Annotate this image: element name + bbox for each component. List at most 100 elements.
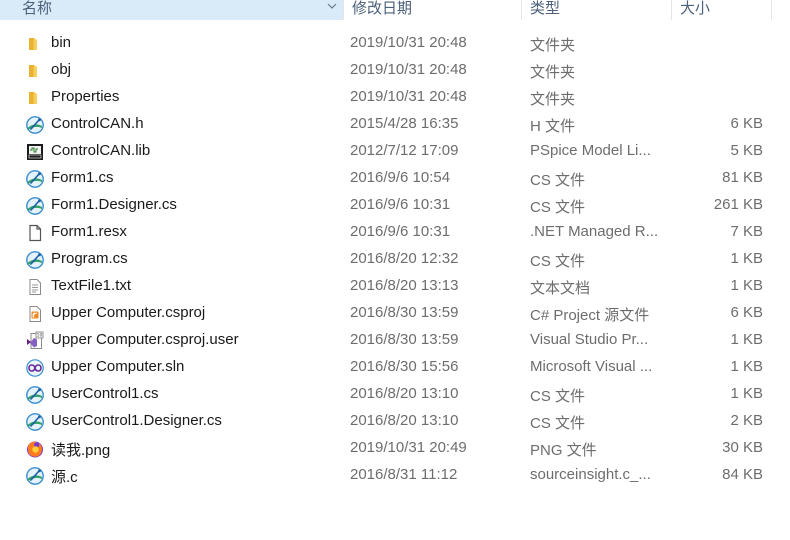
sourceinsight-file-icon	[25, 115, 45, 135]
file-type: Microsoft Visual ...	[530, 358, 653, 375]
file-size: 2 KB	[730, 412, 763, 429]
file-type: H 文件	[530, 118, 576, 135]
file-row[interactable]: Form1.cs 2016/9/6 10:54 CS 文件 81 KB	[0, 165, 790, 192]
file-date: 2019/10/31 20:49	[350, 439, 467, 456]
file-name: Program.cs	[51, 250, 128, 267]
csproj-file-icon	[25, 304, 45, 324]
file-row[interactable]: bin 2019/10/31 20:48 文件夹	[0, 30, 790, 57]
file-row[interactable]: Upper Computer.csproj 2016/8/30 13:59 C#…	[0, 300, 790, 327]
folder-icon	[25, 61, 45, 81]
file-name: Form1.cs	[51, 169, 114, 186]
file-type: sourceinsight.c_...	[530, 466, 651, 483]
svg-text:10: 10	[37, 333, 43, 339]
file-name: Form1.Designer.cs	[51, 196, 177, 213]
file-size: 1 KB	[730, 331, 763, 348]
file-name: ControlCAN.h	[51, 115, 144, 132]
column-header-size[interactable]: 大小	[672, 0, 772, 20]
file-row[interactable]: obj 2019/10/31 20:48 文件夹	[0, 57, 790, 84]
file-row[interactable]: Program.cs 2016/8/20 12:32 CS 文件 1 KB	[0, 246, 790, 273]
column-header-date-label: 修改日期	[352, 0, 413, 17]
file-date: 2016/8/30 13:59	[350, 331, 459, 348]
file-size: 1 KB	[730, 358, 763, 375]
file-size: 81 KB	[722, 169, 763, 186]
file-list: bin 2019/10/31 20:48 文件夹 obj 2019/10/31 …	[0, 30, 790, 489]
file-date: 2019/10/31 20:48	[350, 88, 467, 105]
file-row[interactable]: Form1.resx 2016/9/6 10:31 .NET Managed R…	[0, 219, 790, 246]
file-row[interactable]: Upper Computer.sln 2016/8/30 15:56 Micro…	[0, 354, 790, 381]
file-type: CS 文件	[530, 253, 586, 270]
column-header-date[interactable]: 修改日期	[344, 0, 522, 20]
file-type: 文件夹	[530, 37, 576, 54]
file-row[interactable]: ControlCAN.lib 2012/7/12 17:09 PSpice Mo…	[0, 138, 790, 165]
file-name: Upper Computer.csproj.user	[51, 331, 239, 348]
sourceinsight-file-icon	[25, 196, 45, 216]
file-type: CS 文件	[530, 415, 586, 432]
sourceinsight-file-icon	[25, 466, 45, 486]
file-type: 文件夹	[530, 64, 576, 81]
file-type: PNG 文件	[530, 442, 597, 459]
resx-file-icon	[25, 223, 45, 243]
file-name: Upper Computer.sln	[51, 358, 185, 375]
file-size: 261 KB	[713, 196, 763, 213]
file-row[interactable]: ControlCAN.h 2015/4/28 16:35 H 文件 6 KB	[0, 111, 790, 138]
file-type: 文本文档	[530, 280, 591, 297]
file-size: 1 KB	[730, 277, 763, 294]
file-size: 30 KB	[722, 439, 763, 456]
folder-icon	[25, 88, 45, 108]
file-type: Visual Studio Pr...	[530, 331, 649, 348]
file-date: 2016/9/6 10:31	[350, 196, 451, 213]
file-row[interactable]: 源.c 2016/8/31 11:12 sourceinsight.c_... …	[0, 462, 790, 489]
file-date: 2015/4/28 16:35	[350, 115, 459, 132]
column-header-name-label: 名称	[22, 0, 53, 17]
file-row[interactable]: 10 Upper Computer.csproj.user 2016/8/30 …	[0, 327, 790, 354]
file-type: CS 文件	[530, 199, 586, 216]
file-date: 2019/10/31 20:48	[350, 61, 467, 78]
file-size: 1 KB	[730, 385, 763, 402]
file-date: 2016/8/20 13:10	[350, 412, 459, 429]
sourceinsight-file-icon	[25, 412, 45, 432]
solution-file-icon	[25, 358, 45, 378]
text-file-icon	[25, 277, 45, 297]
file-size: 1 KB	[730, 250, 763, 267]
file-row[interactable]: TextFile1.txt 2016/8/20 13:13 文本文档 1 KB	[0, 273, 790, 300]
file-size: 5 KB	[730, 142, 763, 159]
file-name: Form1.resx	[51, 223, 127, 240]
file-row[interactable]: UserControl1.Designer.cs 2016/8/20 13:10…	[0, 408, 790, 435]
visual-studio-icon: 10	[25, 331, 45, 351]
chevron-down-icon[interactable]	[326, 0, 338, 12]
file-name: obj	[51, 61, 72, 78]
column-header-type[interactable]: 类型	[522, 0, 672, 20]
file-size: 6 KB	[730, 304, 763, 321]
file-size: 84 KB	[722, 466, 763, 483]
file-row[interactable]: Form1.Designer.cs 2016/9/6 10:31 CS 文件 2…	[0, 192, 790, 219]
column-header-type-label: 类型	[530, 0, 561, 17]
file-type: C# Project 源文件	[530, 307, 650, 324]
file-size: 7 KB	[730, 223, 763, 240]
file-row[interactable]: 读我.png 2019/10/31 20:49 PNG 文件 30 KB	[0, 435, 790, 462]
file-name: 读我.png	[51, 442, 111, 459]
file-type: CS 文件	[530, 388, 586, 405]
file-name: bin	[51, 34, 72, 51]
file-size: 6 KB	[730, 115, 763, 132]
file-name: UserControl1.cs	[51, 385, 159, 402]
file-date: 2016/9/6 10:54	[350, 169, 451, 186]
file-name: UserControl1.Designer.cs	[51, 412, 222, 429]
column-header-size-label: 大小	[680, 0, 711, 17]
sourceinsight-file-icon	[25, 385, 45, 405]
file-date: 2019/10/31 20:48	[350, 34, 467, 51]
file-row[interactable]: UserControl1.cs 2016/8/20 13:10 CS 文件 1 …	[0, 381, 790, 408]
file-date: 2016/8/31 11:12	[350, 466, 458, 483]
column-header-name[interactable]: 名称	[0, 0, 344, 20]
file-date: 2016/8/30 13:59	[350, 304, 459, 321]
file-name: TextFile1.txt	[51, 277, 132, 294]
sourceinsight-file-icon	[25, 169, 45, 189]
file-row[interactable]: Properties 2019/10/31 20:48 文件夹	[0, 84, 790, 111]
file-date: 2012/7/12 17:09	[350, 142, 459, 159]
file-type: .NET Managed R...	[530, 223, 659, 240]
file-date: 2016/8/20 13:10	[350, 385, 459, 402]
file-date: 2016/9/6 10:31	[350, 223, 451, 240]
file-date: 2016/8/20 13:13	[350, 277, 459, 294]
folder-icon	[25, 34, 45, 54]
file-name: ControlCAN.lib	[51, 142, 151, 159]
file-date: 2016/8/20 12:32	[350, 250, 459, 267]
